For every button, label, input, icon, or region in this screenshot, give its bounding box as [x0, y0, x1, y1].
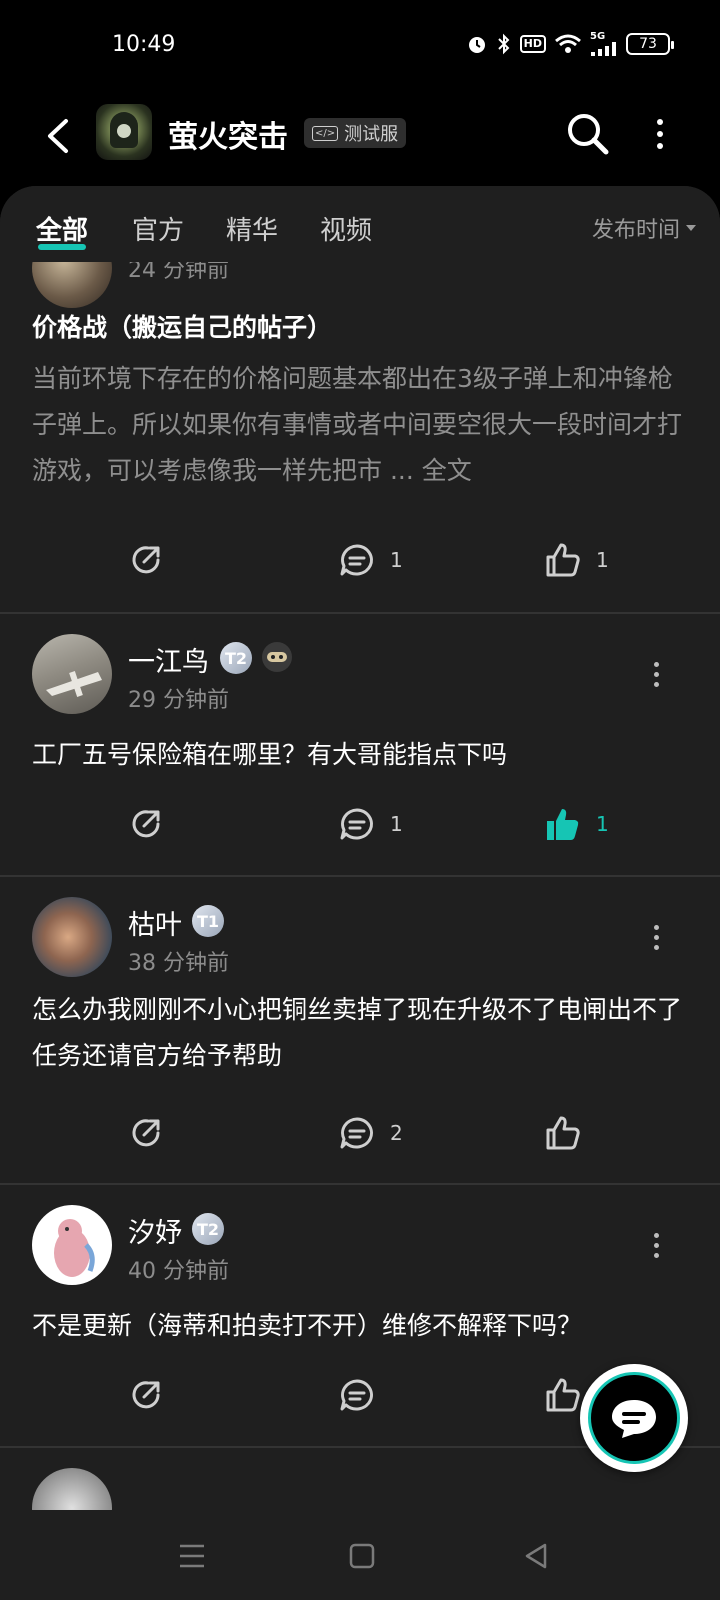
comment-button[interactable]: 1 — [338, 806, 403, 842]
tab-bar: 全部 官方 精华 视频 发布时间 — [0, 186, 720, 262]
comment-icon — [340, 808, 373, 840]
post-body[interactable]: 不是更新（海蒂和拍卖打不开）维修不解释下吗？ — [32, 1303, 688, 1349]
like-count: 1 — [596, 812, 609, 836]
caret-down-icon — [686, 225, 696, 231]
chat-bubble-icon — [612, 1400, 656, 1438]
search-button[interactable] — [564, 110, 612, 158]
thumbs-up-icon — [546, 543, 580, 577]
share-button[interactable] — [128, 542, 164, 578]
share-icon — [132, 810, 160, 838]
signal-icon: 5G — [590, 32, 618, 56]
badge-label: 测试服 — [344, 124, 399, 145]
sort-label: 发布时间 — [591, 218, 680, 243]
app-title: 萤火突击 — [168, 120, 288, 155]
username[interactable]: 枯叶 — [128, 903, 182, 942]
level-badge: T2 — [192, 1213, 224, 1245]
comment-icon — [340, 1379, 373, 1411]
status-bar: 10:49 HD 5G 73 — [0, 0, 720, 96]
dot-icon — [657, 119, 663, 125]
code-icon: </> — [312, 125, 339, 141]
post-body[interactable]: 工厂五号保险箱在哪里？有大哥能指点下吗 — [32, 732, 688, 778]
network-label: 5G — [590, 31, 606, 42]
share-icon — [132, 546, 160, 574]
search-icon — [568, 114, 609, 155]
share-button[interactable] — [128, 806, 164, 842]
dot-icon — [657, 131, 663, 137]
wifi-icon — [554, 33, 582, 55]
thumbs-up-icon — [546, 1116, 580, 1150]
post-more-button[interactable] — [652, 925, 660, 950]
more-menu-button[interactable] — [650, 114, 670, 154]
hd-icon: HD — [519, 35, 546, 53]
sort-dropdown[interactable]: 发布时间 — [592, 212, 696, 244]
status-time: 10:49 — [112, 32, 176, 57]
username[interactable]: 一江鸟 — [128, 640, 209, 679]
share-icon — [132, 1381, 160, 1409]
bluetooth-icon — [496, 33, 512, 55]
recent-apps-button[interactable] — [172, 1536, 212, 1576]
comment-icon — [340, 1117, 373, 1149]
tab-featured[interactable]: 精华 — [226, 210, 278, 247]
app-header: 萤火突击 </> 测试服 — [0, 96, 720, 186]
avatar[interactable] — [32, 897, 112, 977]
status-icons: HD 5G 73 — [466, 32, 674, 56]
home-button[interactable] — [342, 1536, 382, 1576]
tab-all[interactable]: 全部 — [36, 210, 88, 247]
back-triangle-icon — [525, 1543, 547, 1569]
tab-video[interactable]: 视频 — [320, 210, 372, 247]
share-button[interactable] — [128, 1377, 164, 1413]
like-count: 1 — [596, 548, 609, 572]
tab-official[interactable]: 官方 — [132, 210, 184, 247]
system-nav-bar — [0, 1510, 720, 1600]
share-button[interactable] — [128, 1115, 164, 1151]
dot-icon — [657, 143, 663, 149]
like-button[interactable] — [544, 1115, 596, 1151]
chat-fab-button[interactable] — [580, 1364, 688, 1472]
post-more-button[interactable] — [652, 1233, 660, 1258]
like-button[interactable]: 1 — [544, 542, 609, 578]
expand-full-text-link[interactable]: ... 全文 — [390, 456, 472, 485]
avatar[interactable] — [32, 634, 112, 714]
thumbs-up-filled-icon — [547, 809, 579, 840]
like-button[interactable]: 1 — [544, 806, 609, 842]
comment-count: 1 — [390, 548, 403, 572]
post-card[interactable]: 一江鸟 T2 29 分钟前 工厂五号保险箱在哪里？有大哥能指点下吗 1 1 — [0, 614, 720, 877]
post-time: 29 分钟前 — [128, 688, 229, 713]
post-time: 38 分钟前 — [128, 951, 229, 976]
system-back-button[interactable] — [516, 1536, 556, 1576]
avatar[interactable] — [32, 1205, 112, 1285]
test-server-badge: </> 测试服 — [304, 118, 407, 148]
home-square-icon — [349, 1543, 375, 1569]
username[interactable]: 汐妤 — [128, 1211, 182, 1250]
back-button[interactable] — [36, 114, 80, 158]
post-card[interactable]: 枯叶 T1 38 分钟前 怎么办我刚刚不小心把铜丝卖掉了现在升级不了电闸出不了任… — [0, 877, 720, 1185]
tab-indicator — [38, 244, 86, 250]
thumbs-up-icon — [546, 1378, 580, 1412]
post-body[interactable]: 当前环境下存在的价格问题基本都出在3级子弹上和冲锋枪子弹上。所以如果你有事情或者… — [32, 356, 688, 494]
comment-count: 2 — [390, 1121, 403, 1145]
alarm-icon — [466, 33, 488, 55]
comment-button[interactable] — [338, 1377, 390, 1413]
post-card[interactable]: 24 分钟前 价格战（搬运自己的帖子） 当前环境下存在的价格问题基本都出在3级子… — [0, 216, 720, 614]
avatar[interactable] — [32, 1468, 112, 1510]
post-title[interactable]: 价格战（搬运自己的帖子） — [32, 308, 332, 344]
level-badge: T2 — [220, 642, 252, 674]
comment-button[interactable]: 2 — [338, 1115, 403, 1151]
battery-icon: 73 — [626, 33, 674, 55]
post-body-text: 当前环境下存在的价格问题基本都出在3级子弹上和冲锋枪子弹上。所以如果你有事情或者… — [32, 364, 683, 485]
share-icon — [132, 1119, 160, 1147]
app-icon[interactable] — [96, 104, 152, 160]
post-body[interactable]: 怎么办我刚刚不小心把铜丝卖掉了现在升级不了电闸出不了任务还请官方给予帮助 — [32, 987, 688, 1079]
menu-icon — [180, 1544, 204, 1568]
chevron-left-icon — [48, 119, 68, 153]
comment-count: 1 — [390, 812, 403, 836]
post-time: 40 分钟前 — [128, 1259, 229, 1284]
comment-button[interactable]: 1 — [338, 542, 403, 578]
level-badge: T1 — [192, 905, 224, 937]
post-feed[interactable]: 全部 官方 精华 视频 发布时间 24 分钟前 价格战（搬运自己的帖子） 当前环… — [0, 186, 720, 1510]
post-more-button[interactable] — [652, 662, 660, 687]
comment-icon — [340, 544, 373, 576]
gamer-badge-icon — [262, 642, 292, 672]
